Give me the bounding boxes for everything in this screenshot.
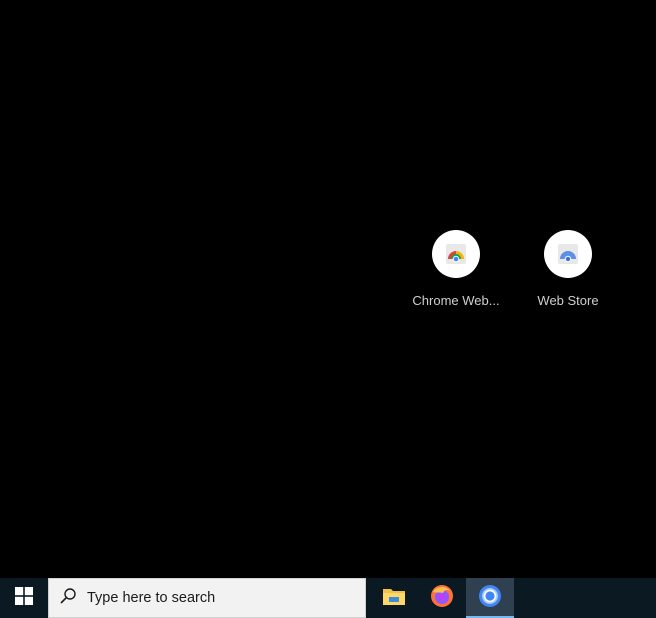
shortcut-web-store[interactable]: Web Store <box>518 230 618 308</box>
chrome-web-store-icon <box>432 230 480 278</box>
firefox-icon <box>430 584 454 613</box>
taskbar: Type here to search <box>0 578 656 618</box>
shortcut-label: Web Store <box>537 293 599 308</box>
web-store-icon <box>544 230 592 278</box>
shortcut-chrome-web-store[interactable]: Chrome Web... <box>406 230 506 308</box>
start-button[interactable] <box>0 578 48 618</box>
taskbar-chrome[interactable] <box>466 578 514 618</box>
taskbar-file-explorer[interactable] <box>370 578 418 618</box>
chrome-icon <box>478 584 502 613</box>
search-icon <box>59 587 77 610</box>
windows-logo-icon <box>15 586 33 610</box>
taskbar-firefox[interactable] <box>418 578 466 618</box>
desktop: Chrome Web... Web Store <box>0 0 656 578</box>
file-explorer-icon <box>382 585 406 612</box>
search-placeholder: Type here to search <box>87 590 216 606</box>
shortcut-label: Chrome Web... <box>412 293 500 308</box>
taskbar-search-box[interactable]: Type here to search <box>48 578 366 618</box>
